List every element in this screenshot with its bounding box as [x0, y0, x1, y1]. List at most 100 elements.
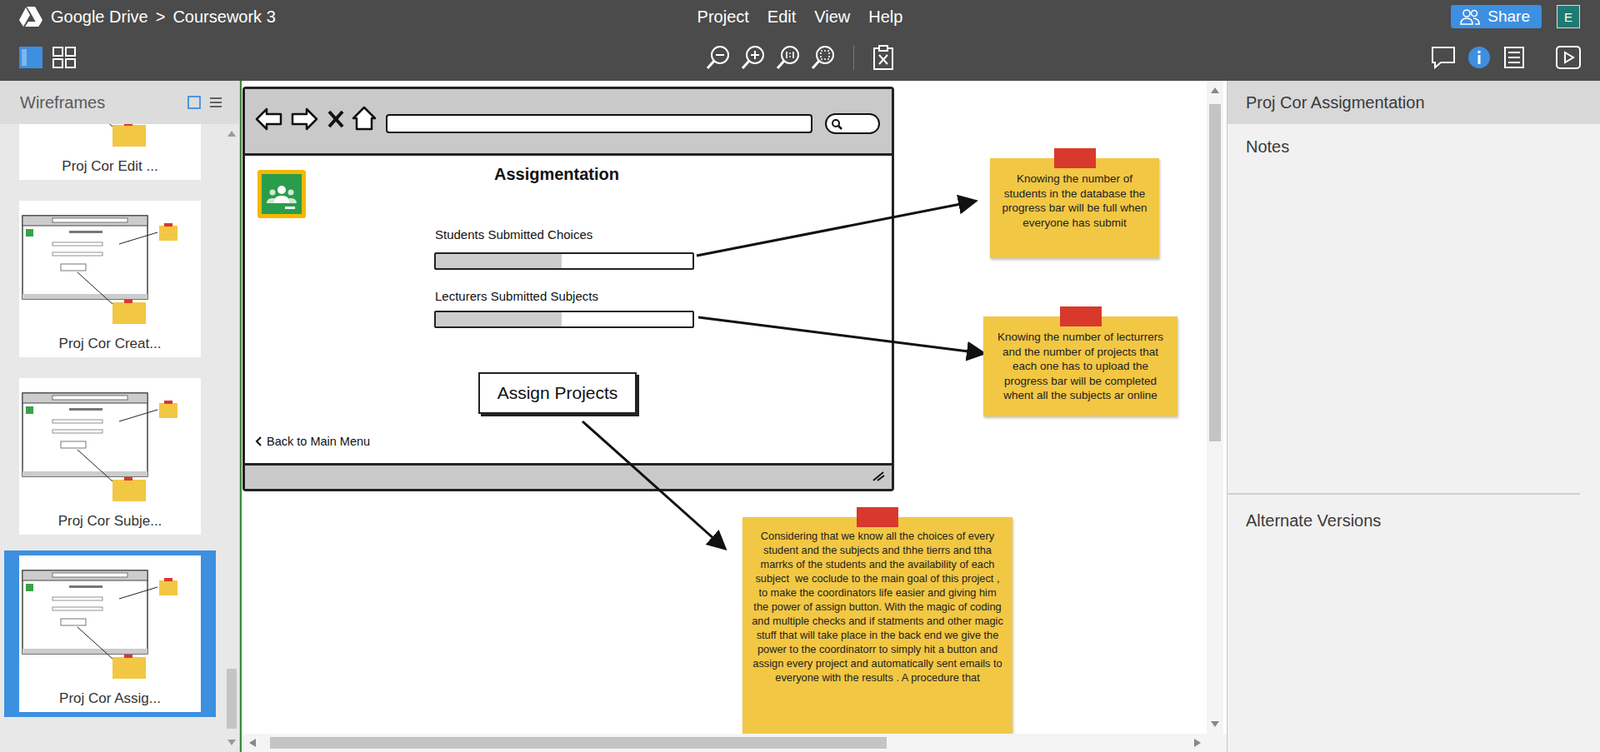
wireframe-card: Proj Cor Edit ... [19, 124, 201, 180]
user-avatar[interactable]: E [1556, 5, 1580, 29]
zoom-actual-icon[interactable] [775, 44, 802, 71]
wireframe-card: Proj Cor Creat... [19, 200, 201, 358]
drive-link[interactable]: Google Drive [50, 7, 149, 27]
project-name[interactable]: Coursework 3 [172, 7, 275, 27]
wireframe-thumbnail [19, 555, 201, 686]
thumbnail-view-icon[interactable] [187, 95, 201, 110]
wireframe-card: Proj Cor Assig... [19, 555, 201, 713]
app-toolbar: Google Drive > Coursework 3 Project Edit View… [0, 0, 1600, 81]
back-icon[interactable] [255, 106, 284, 132]
address-field[interactable] [385, 114, 813, 134]
scroll-up-icon [1210, 85, 1220, 95]
progress-fill [435, 254, 562, 269]
list-view-icon[interactable] [209, 95, 223, 110]
sticky-note[interactable]: Considering that we know all the choices… [742, 517, 1013, 735]
back-link[interactable]: Back to Main Menu [255, 435, 370, 449]
wireframe-label: Proj Cor Creat... [59, 335, 162, 353]
account-area: Share E [902, 5, 1600, 29]
menu-item[interactable]: View [814, 7, 850, 27]
scroll-thumb [226, 669, 237, 730]
classroom-logo-icon [257, 170, 306, 219]
share-button[interactable]: Share [1450, 5, 1542, 29]
assign-projects-button[interactable]: Assign Projects [478, 372, 637, 415]
google-drive-icon[interactable] [18, 5, 44, 28]
wireframe-thumbnail [19, 378, 201, 509]
menu-item[interactable]: Project [697, 7, 750, 27]
notes-section: Notes [1227, 124, 1580, 495]
progress-label: Lecturers Submitted Subjects [435, 289, 599, 304]
info-icon[interactable] [1466, 45, 1492, 70]
wireframe-name: Proj Cor Assigmentation [1245, 93, 1425, 113]
present-icon[interactable] [1555, 45, 1582, 70]
inspector-panel: Proj Cor Assigmentation Notes Alternate Ve… [1226, 80, 1600, 752]
canvas: Assigmentation Students Submitted Choices… [241, 80, 1227, 735]
canvas-area: Assigmentation Students Submitted Choices… [240, 80, 1227, 752]
comment-icon[interactable] [1430, 45, 1457, 70]
search-field[interactable] [825, 113, 880, 135]
scroll-down-icon [226, 739, 237, 748]
zoom-fit-icon[interactable] [810, 44, 837, 71]
scroll-left-icon [248, 738, 257, 749]
note-text: Considering that we know all the choices… [750, 529, 1005, 685]
single-view-icon[interactable] [18, 45, 44, 70]
wireframe-list: Proj Cor Edit ... Proj Cor Creat... Proj C… [0, 124, 225, 752]
scroll-down-icon [1210, 720, 1220, 730]
menu-item[interactable]: Help [868, 7, 903, 27]
tool-row [0, 33, 1600, 81]
wireframes-panel: Wireframes Proj Cor Edit ... Proj Cor Crea… [0, 80, 240, 752]
resize-grip-icon [871, 470, 885, 482]
properties-icon[interactable] [1501, 45, 1527, 70]
breadcrumb-separator: > [155, 7, 166, 27]
zoom-out-icon[interactable] [705, 44, 732, 71]
notes-label: Notes [1245, 137, 1290, 156]
wireframe-label: Proj Cor Subje... [58, 513, 163, 530]
sticky-note[interactable]: Knowing the number of lecturrers and the… [983, 316, 1178, 417]
sidebar-scrollbar[interactable] [224, 124, 240, 752]
note-tape [1054, 148, 1096, 169]
page-title: Assigmentation [494, 165, 620, 185]
sticky-note[interactable]: Knowing the number of students in the da… [990, 158, 1160, 259]
menu-item[interactable]: Edit [767, 7, 796, 27]
note-tape [856, 507, 899, 528]
panel-title: Wireframes [20, 93, 188, 113]
sidebar-item[interactable]: Proj Cor Edit ... [4, 124, 216, 185]
note-text: Knowing the number of lecturrers and the… [993, 330, 1168, 404]
breadcrumb: Google Drive > Coursework 3 [0, 5, 698, 28]
note-text: Knowing the number of students in the da… [1000, 171, 1150, 230]
progress-label: Students Submitted Choices [435, 227, 593, 242]
zoom-controls [705, 44, 896, 71]
workspace: Wireframes Proj Cor Edit ... Proj Cor Crea… [0, 80, 1600, 752]
button-label: Assign Projects [497, 383, 619, 404]
people-icon [1459, 8, 1481, 25]
canvas-hscrollbar[interactable] [241, 734, 1227, 752]
alternates-label: Alternate Versions [1245, 511, 1381, 530]
scroll-right-icon [1193, 738, 1202, 749]
sidebar-item[interactable]: Proj Cor Creat... [4, 195, 216, 363]
grid-view-icon[interactable] [51, 45, 77, 70]
zoom-in-icon[interactable] [740, 44, 767, 71]
sidebar-item[interactable]: Proj Cor Subje... [4, 373, 216, 540]
browser-statusbar [245, 463, 892, 490]
panel-header: Wireframes [0, 80, 240, 125]
close-icon[interactable] [326, 109, 345, 130]
wireframe-thumbnail [19, 200, 201, 331]
share-label: Share [1487, 7, 1530, 26]
wireframe-label: Proj Cor Assig... [59, 690, 161, 708]
avatar-letter: E [1564, 10, 1573, 25]
canvas-vscrollbar[interactable] [1206, 80, 1224, 735]
note-tape [1060, 306, 1102, 327]
page-title-wrap: Assigmentation [431, 165, 682, 185]
home-icon[interactable] [351, 105, 377, 131]
forward-icon[interactable] [290, 106, 319, 132]
scroll-thumb [1209, 104, 1221, 442]
toolbar-separator [853, 45, 855, 70]
panel-toggles [895, 45, 1600, 70]
browser-toolbar [245, 89, 892, 156]
clear-selection-icon[interactable] [870, 44, 896, 71]
menu-bar: Project Edit View Help [697, 7, 904, 27]
progress-bar [434, 252, 695, 270]
wireframe-thumbnail [19, 124, 201, 154]
back-label: Back to Main Menu [266, 435, 370, 449]
sidebar-item[interactable]: Proj Cor Assig... [4, 550, 216, 718]
inspector-header: Proj Cor Assigmentation [1227, 80, 1600, 125]
